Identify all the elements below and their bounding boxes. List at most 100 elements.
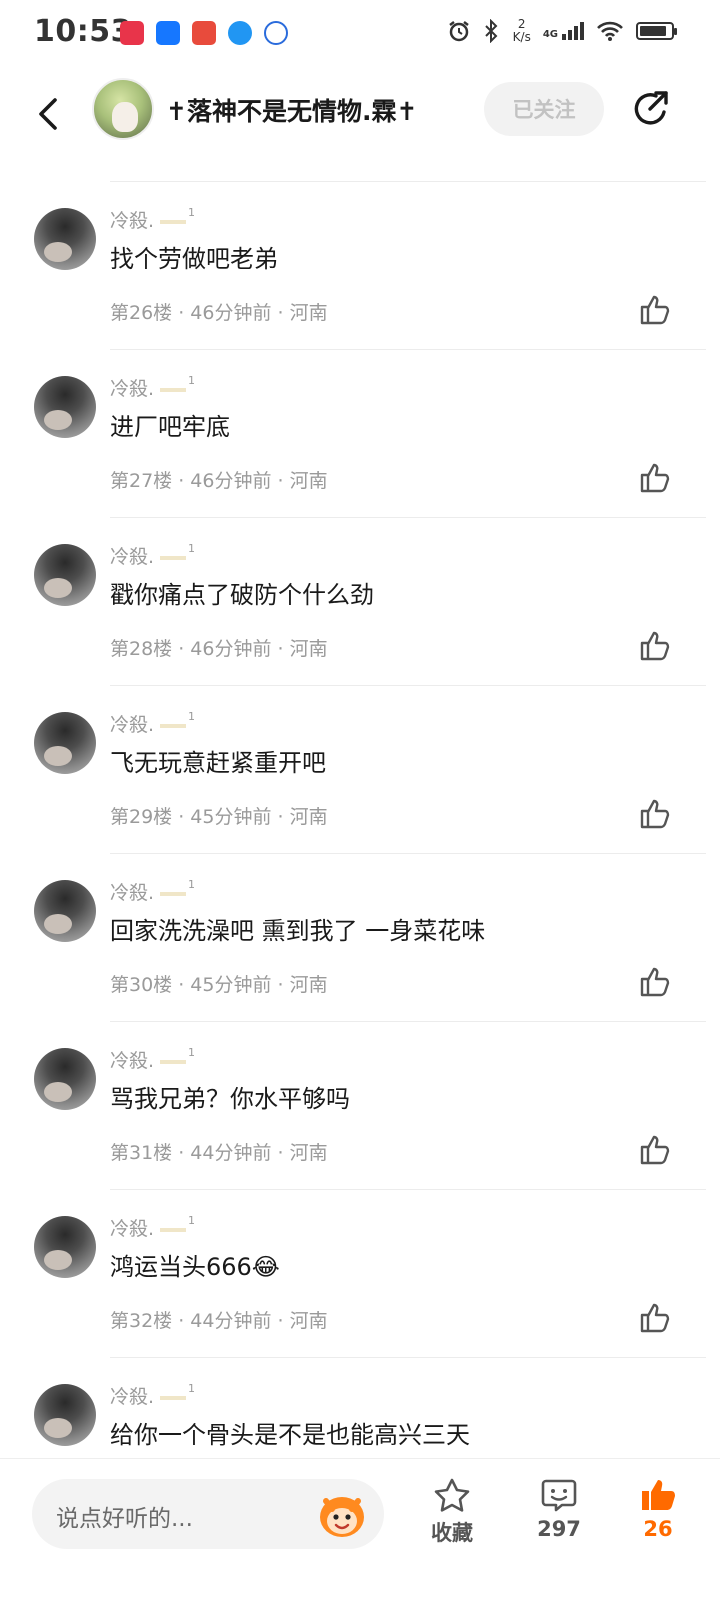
commenter-level: 1 [188,1214,196,1227]
level-badge-icon [160,714,187,728]
comment-meta: 第29楼 · 45分钟前 · 河南 [110,806,328,828]
commenter-name[interactable]: 冷殺. 1 [110,710,195,737]
commenter-level: 1 [188,206,196,219]
comment-item[interactable]: 冷殺. 1 鸿运当头666😂 第32楼 · 44分钟前 · 河南 [0,1189,720,1357]
commenter-name-text: 冷殺. [110,1386,155,1408]
comment-text: 鸿运当头666😂 [110,1253,280,1281]
like-post-button[interactable]: 26 [618,1477,698,1541]
commenter-name[interactable]: 冷殺. 1 [110,374,195,401]
favorite-button[interactable]: 收藏 [412,1477,492,1547]
comment-item[interactable]: 冷殺. 1 骂我兄弟？你水平够吗 第31楼 · 44分钟前 · 河南 [0,1021,720,1189]
commenter-avatar[interactable] [34,1048,96,1110]
mascot-icon[interactable] [316,1487,368,1541]
commenter-name[interactable]: 冷殺. 1 [110,878,195,905]
wifi-icon [597,21,623,41]
level-badge-icon [160,378,187,392]
network-type: 4G [542,29,558,40]
comment-text: 戳你痛点了破防个什么劲 [110,581,374,609]
commenter-name-text: 冷殺. [110,1218,155,1240]
baidu-app-icon [264,21,288,45]
comment-text: 找个劳做吧老弟 [110,245,278,273]
comment-item[interactable]: 冷殺. 1 戳你痛点了破防个什么劲 第28楼 · 46分钟前 · 河南 [0,517,720,685]
share-button[interactable] [630,88,672,130]
commenter-avatar[interactable] [34,880,96,942]
comment-meta: 第32楼 · 44分钟前 · 河南 [110,1310,328,1332]
commenter-level: 1 [188,710,196,723]
commenter-name-text: 冷殺. [110,546,155,568]
favorite-label: 收藏 [431,1521,473,1545]
comment-input-placeholder: 说点好听的... [56,1506,193,1532]
like-icon[interactable] [638,461,672,495]
commenter-level: 1 [188,1046,196,1059]
like-filled-icon [642,1480,675,1510]
battery-icon [636,22,677,40]
like-icon[interactable] [638,629,672,663]
commenter-level: 1 [188,542,196,555]
xiaohongshu-app-icon [120,21,144,45]
comment-meta: 第27楼 · 46分钟前 · 河南 [110,470,328,492]
level-badge-icon [160,1386,187,1400]
commenter-name[interactable]: 冷殺. 1 [110,1382,195,1409]
commenter-name-text: 冷殺. [110,378,155,400]
commenter-name-text: 冷殺. [110,882,155,904]
comment-meta: 第26楼 · 46分钟前 · 河南 [110,302,328,324]
comment-item[interactable]: 冷殺. 1 飞无玩意赶紧重开吧 第29楼 · 45分钟前 · 河南 [0,685,720,853]
commenter-name-text: 冷殺. [110,714,155,736]
author-avatar[interactable] [92,78,154,140]
comment-item[interactable]: 冷殺. 1 进厂吧牢底 第27楼 · 46分钟前 · 河南 [0,349,720,517]
alipay-app-icon [156,21,180,45]
commenter-avatar[interactable] [34,208,96,270]
comment-text: 回家洗洗澡吧 熏到我了 一身菜花味 [110,917,486,945]
level-badge-icon [160,882,187,896]
commenter-name[interactable]: 冷殺. 1 [110,206,195,233]
network-speed: 2 K/s [513,18,531,44]
commenter-avatar[interactable] [34,1384,96,1446]
status-bar: 10:53 2 K/s 4G [0,0,720,68]
level-badge-icon [160,1218,187,1232]
commenter-avatar[interactable] [34,712,96,774]
commenter-name[interactable]: 冷殺. 1 [110,1214,195,1241]
like-icon[interactable] [638,1301,672,1335]
follow-button[interactable]: 已关注 [484,82,604,136]
bluetooth-icon [484,19,498,43]
back-button[interactable] [28,94,68,134]
commenter-level: 1 [188,1382,196,1395]
commenter-level: 1 [188,374,196,387]
notification-icons [120,21,288,45]
comment-meta: 第31楼 · 44分钟前 · 河南 [110,1142,328,1164]
status-time: 10:53 [34,14,132,49]
like-icon[interactable] [638,293,672,327]
level-badge-icon [160,546,187,560]
comment-list: 冷殺. 1 找个劳做吧老弟 第26楼 · 46分钟前 · 河南 冷殺. 1 进厂吧牢… [0,181,720,1457]
back-arrow-icon [39,98,57,130]
level-badge-icon [160,210,187,224]
comment-input[interactable]: 说点好听的... [32,1479,384,1549]
comment-count-button[interactable]: 297 [519,1477,599,1541]
commenter-name[interactable]: 冷殺. 1 [110,542,195,569]
author-name[interactable]: ✝落神不是无情物.霖✝ [166,92,417,128]
system-icons: 2 K/s 4G [447,18,677,44]
post-header: ✝落神不是无情物.霖✝ 已关注 [0,68,720,180]
comment-meta: 第30楼 · 45分钟前 · 河南 [110,974,328,996]
book-app-icon [192,21,216,45]
alarm-icon [448,21,469,42]
comment-icon [541,1479,577,1512]
commenter-avatar[interactable] [34,376,96,438]
comment-text: 给你一个骨头是不是也能高兴三天 [110,1421,470,1449]
commenter-avatar[interactable] [34,544,96,606]
shield-app-icon [228,21,252,45]
comment-meta: 第28楼 · 46分钟前 · 河南 [110,638,328,660]
commenter-avatar[interactable] [34,1216,96,1278]
comment-item[interactable]: 冷殺. 1 找个劳做吧老弟 第26楼 · 46分钟前 · 河南 [0,181,720,349]
commenter-level: 1 [188,878,196,891]
commenter-name[interactable]: 冷殺. 1 [110,1046,195,1073]
commenter-name-text: 冷殺. [110,210,155,232]
like-icon[interactable] [638,797,672,831]
comment-count: 297 [537,1517,581,1541]
like-icon[interactable] [638,965,672,999]
like-count: 26 [643,1517,673,1541]
comment-text: 骂我兄弟？你水平够吗 [110,1085,350,1113]
like-icon[interactable] [638,1133,672,1167]
comment-item[interactable]: 冷殺. 1 回家洗洗澡吧 熏到我了 一身菜花味 第30楼 · 45分钟前 · 河南 [0,853,720,1021]
comment-item[interactable]: 冷殺. 1 给你一个骨头是不是也能高兴三天 [0,1357,720,1457]
